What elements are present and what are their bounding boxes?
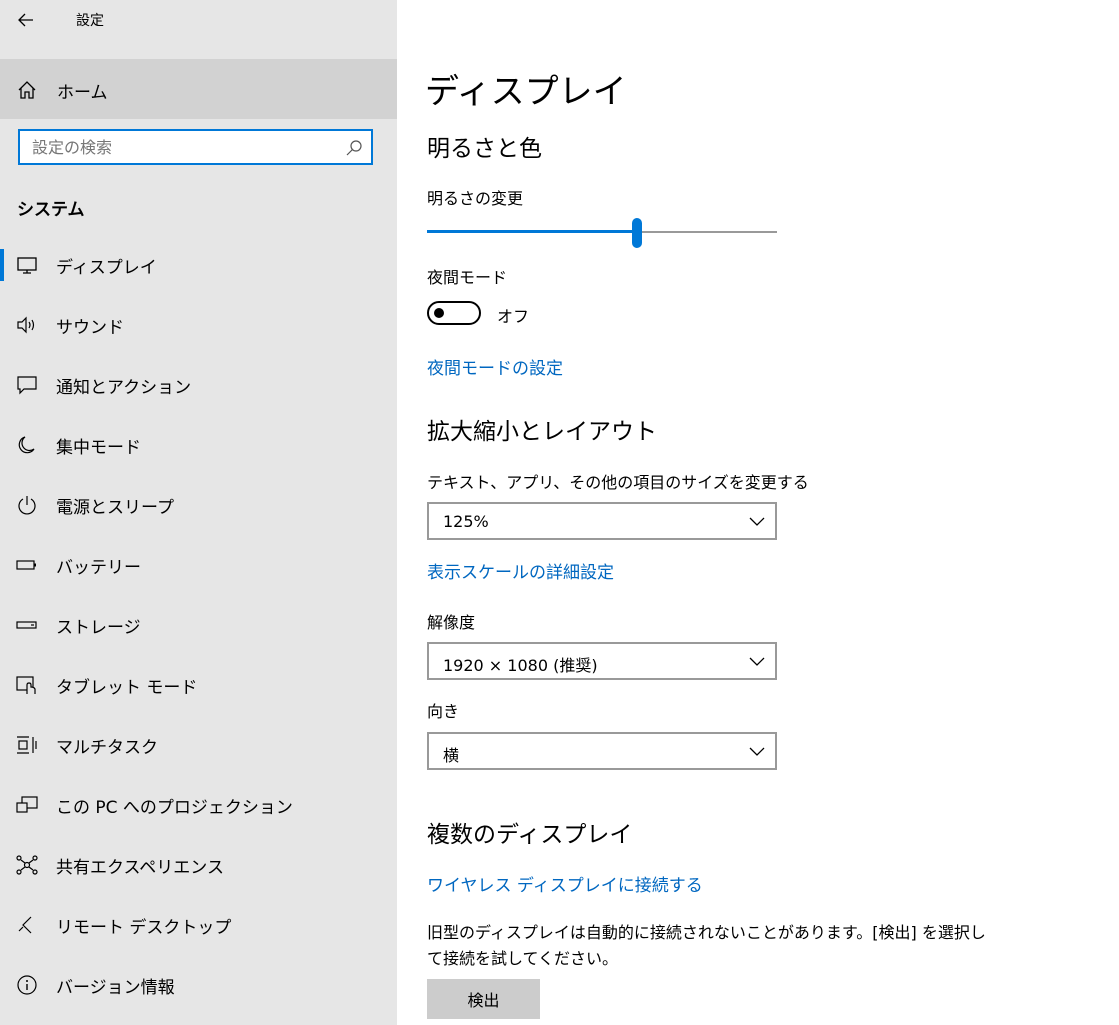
sidebar: 設定 ホーム システム ディスプレイ サウンド 通知とアクション <box>0 0 397 1025</box>
chevron-down-icon <box>749 657 765 666</box>
scale-dropdown[interactable]: 125% <box>427 502 777 540</box>
back-button[interactable] <box>0 0 52 40</box>
search-icon[interactable] <box>345 139 363 157</box>
sidebar-item-shared-experiences[interactable]: 共有エクスペリエンス <box>0 835 397 895</box>
orientation-value: 横 <box>443 746 460 765</box>
brightness-slider-fill <box>427 230 637 233</box>
power-icon <box>18 496 36 515</box>
home-icon <box>18 81 36 99</box>
brightness-label: 明るさの変更 <box>427 189 524 208</box>
search-input[interactable] <box>32 131 332 163</box>
sidebar-item-label: バージョン情報 <box>56 978 175 998</box>
sidebar-item-label: リモート デスクトップ <box>56 918 232 938</box>
sidebar-item-label: この PC へのプロジェクション <box>56 798 293 818</box>
sidebar-item-label: サウンド <box>56 318 124 338</box>
multitask-icon <box>17 736 37 754</box>
sidebar-item-battery[interactable]: バッテリー <box>0 535 397 595</box>
sidebar-item-label: マルチタスク <box>56 738 158 758</box>
sidebar-item-label: バッテリー <box>56 558 141 578</box>
moon-icon <box>18 436 35 454</box>
section-header-system: システム <box>17 200 85 220</box>
scale-label: テキスト、アプリ、その他の項目のサイズを変更する <box>427 473 809 492</box>
sidebar-item-label: 集中モード <box>56 438 141 458</box>
orientation-dropdown[interactable]: 横 <box>427 732 777 770</box>
sidebar-item-display[interactable]: ディスプレイ <box>0 235 397 295</box>
sidebar-item-sound[interactable]: サウンド <box>0 295 397 355</box>
night-light-state: オフ <box>497 307 530 326</box>
scale-value: 125% <box>443 512 489 531</box>
sidebar-item-label: ストレージ <box>56 618 141 638</box>
sidebar-item-label: 通知とアクション <box>56 378 192 398</box>
home-label: ホーム <box>57 83 108 103</box>
sidebar-item-power-sleep[interactable]: 電源とスリープ <box>0 475 397 535</box>
page-title: ディスプレイ <box>425 72 627 112</box>
resolution-dropdown[interactable]: 1920 × 1080 (推奨) <box>427 642 777 680</box>
toggle-knob <box>434 308 444 318</box>
chevron-down-icon <box>749 747 765 756</box>
orientation-label: 向き <box>427 702 460 721</box>
app-title: 設定 <box>76 13 104 29</box>
resolution-value: 1920 × 1080 (推奨) <box>443 656 598 675</box>
detect-button[interactable]: 検出 <box>427 979 540 1019</box>
monitor-icon <box>17 257 37 274</box>
sidebar-item-storage[interactable]: ストレージ <box>0 595 397 655</box>
sidebar-item-label: 共有エクスペリエンス <box>56 858 224 878</box>
active-indicator <box>0 249 4 281</box>
night-light-toggle[interactable] <box>427 301 481 325</box>
sidebar-item-notifications[interactable]: 通知とアクション <box>0 355 397 415</box>
wireless-display-link[interactable]: ワイヤレス ディスプレイに接続する <box>427 871 703 896</box>
tablet-mode-icon <box>16 676 36 694</box>
resolution-label: 解像度 <box>427 613 476 632</box>
storage-icon <box>16 621 37 629</box>
sidebar-item-projecting[interactable]: この PC へのプロジェクション <box>0 775 397 835</box>
sidebar-item-tablet-mode[interactable]: タブレット モード <box>0 655 397 715</box>
back-arrow-icon <box>18 13 33 27</box>
sidebar-item-focus-assist[interactable]: 集中モード <box>0 415 397 475</box>
night-light-label: 夜間モード <box>427 268 508 287</box>
search-box[interactable] <box>18 129 373 165</box>
section-brightness-color: 明るさと色 <box>427 136 542 162</box>
notification-icon <box>17 376 37 395</box>
advanced-scaling-link[interactable]: 表示スケールの詳細設定 <box>427 558 614 583</box>
section-multiple-displays: 複数のディスプレイ <box>427 822 633 848</box>
sidebar-item-about[interactable]: バージョン情報 <box>0 955 397 1015</box>
section-scale-layout: 拡大縮小とレイアウト <box>427 419 657 445</box>
sidebar-item-multitasking[interactable]: マルチタスク <box>0 715 397 775</box>
chevron-down-icon <box>749 517 765 526</box>
remote-desktop-icon <box>18 916 32 934</box>
main-content: ディスプレイ 明るさと色 明るさの変更 夜間モード オフ 夜間モードの設定 拡大… <box>397 0 1119 1025</box>
sidebar-item-remote-desktop[interactable]: リモート デスクトップ <box>0 895 397 955</box>
sidebar-item-label: タブレット モード <box>56 678 198 698</box>
battery-icon <box>16 560 36 570</box>
detect-description: 旧型のディスプレイは自動的に接続されないことがあります。[検出] を選択して接続… <box>427 923 986 968</box>
brightness-slider-thumb[interactable] <box>632 218 642 248</box>
projection-icon <box>16 796 38 813</box>
info-icon <box>17 975 37 995</box>
sidebar-item-label: 電源とスリープ <box>56 498 174 518</box>
sidebar-item-label: ディスプレイ <box>56 258 157 278</box>
shared-experiences-icon <box>16 855 38 875</box>
speaker-icon <box>17 316 35 334</box>
night-light-settings-link[interactable]: 夜間モードの設定 <box>427 354 563 379</box>
